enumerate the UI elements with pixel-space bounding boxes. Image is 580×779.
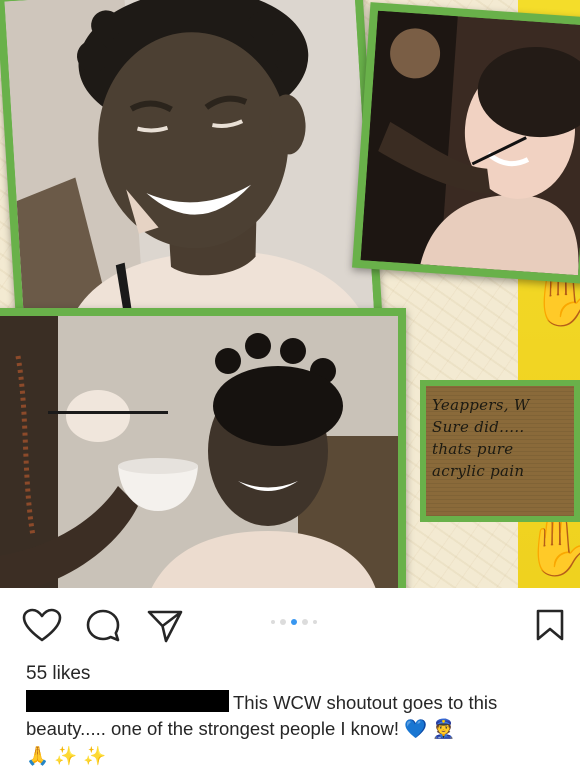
paper-plane-icon — [147, 610, 183, 643]
sign-line: Yeappers, W — [432, 396, 530, 414]
carousel-indicator — [271, 619, 317, 625]
sign-line: thats pure — [432, 440, 514, 458]
carousel-dot — [271, 620, 275, 624]
redacted-username — [26, 690, 229, 712]
sign-line: Sure did..... — [432, 418, 525, 436]
folded-hands-icon: 🙏 — [26, 746, 50, 767]
carousel-dot-active — [291, 619, 297, 625]
save-button[interactable] — [535, 608, 565, 647]
likes-count[interactable]: 55 likes — [26, 663, 90, 685]
carousel-dot — [280, 619, 286, 625]
scrapbook-photo-paint-bowl — [0, 308, 406, 588]
comment-button[interactable] — [85, 608, 121, 649]
bookmark-icon — [536, 609, 564, 641]
sign-board: Yeappers, W Sure did..... thats pure acr… — [426, 386, 574, 516]
green-handprint-icon: ✋ — [522, 514, 580, 579]
scrapbook-photo-makeup-application — [352, 2, 580, 284]
blue-heart-icon: 💙 — [404, 719, 428, 740]
post-caption: This WCW shoutout goes to this beauty...… — [26, 690, 566, 770]
handwritten-sign: Yeappers, W Sure did..... thats pure acr… — [420, 380, 580, 522]
post-photo[interactable]: ✋ ✋ Yeappers, W Sure did..... thats pure… — [0, 0, 580, 588]
share-button[interactable] — [146, 608, 184, 649]
like-button[interactable] — [22, 608, 62, 647]
comment-bubble-icon — [86, 609, 120, 642]
carousel-dot — [313, 620, 317, 624]
sparkles-icon: ✨ ✨ — [54, 746, 107, 767]
sign-line: acrylic pain — [432, 462, 525, 480]
heart-outline-icon — [22, 608, 62, 642]
scrapbook-photo-smiling-face — [0, 0, 383, 348]
police-officer-icon: 👮 — [432, 719, 456, 740]
carousel-dot — [302, 619, 308, 625]
